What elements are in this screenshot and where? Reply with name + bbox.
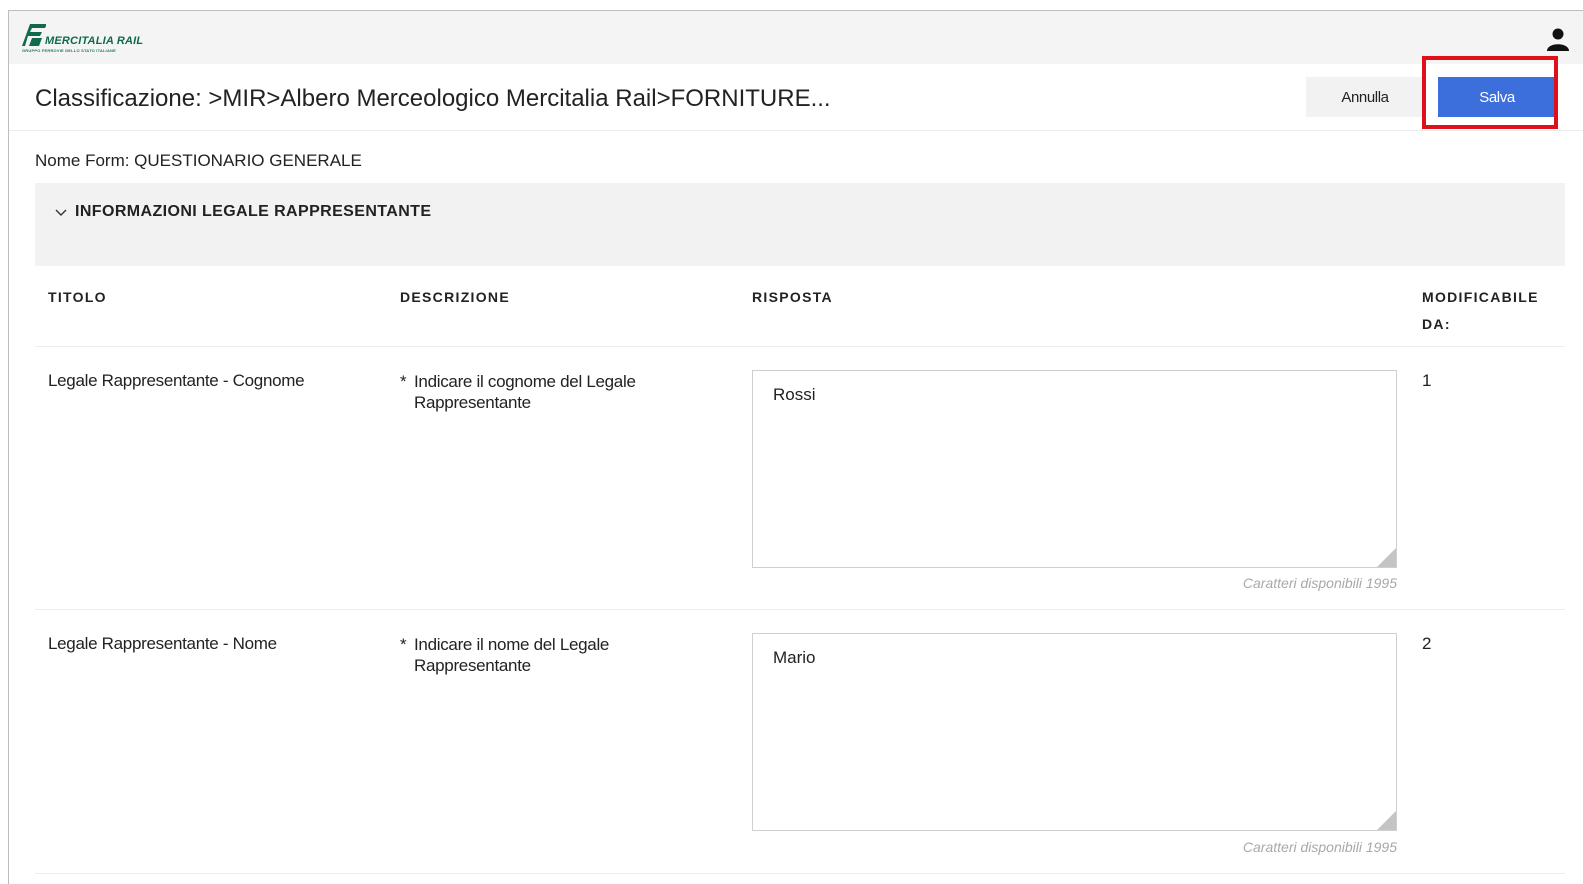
app-window: MERCITALIA RAIL GRUPPO FERROVIE DELLO ST… bbox=[8, 10, 1583, 884]
row-description: * Indicare il nome del Legale Rappresent… bbox=[400, 634, 690, 676]
row-title: Legale Rappresentante - Nome bbox=[48, 634, 277, 653]
fs-logo-icon bbox=[22, 24, 46, 46]
cancel-button[interactable]: Annulla bbox=[1306, 77, 1424, 117]
char-counter: Caratteri disponibili 1995 bbox=[1242, 839, 1397, 855]
row-divider bbox=[35, 873, 1565, 874]
logo-wordmark: MERCITALIA RAIL bbox=[45, 35, 144, 47]
row-title: Legale Rappresentante - Cognome bbox=[48, 371, 305, 390]
row-description-text: Indicare il nome del Legale Rappresentan… bbox=[414, 635, 610, 675]
required-asterisk: * bbox=[400, 635, 407, 654]
section-header[interactable]: INFORMAZIONI LEGALE RAPPRESENTANTE bbox=[35, 183, 1565, 266]
row-modificabile: 1 bbox=[1422, 371, 1432, 390]
logo-group-text: GRUPPO FERROVIE DELLO STATO ITALIANE bbox=[22, 48, 117, 53]
char-counter: Caratteri disponibili 1995 bbox=[1242, 575, 1397, 591]
column-header-titolo: TITOLO bbox=[48, 289, 107, 305]
row-description: * Indicare il cognome del Legale Rappres… bbox=[400, 371, 690, 413]
column-header-risposta: RISPOSTA bbox=[752, 289, 833, 305]
page-header: Classificazione: >MIR>Albero Merceologic… bbox=[9, 64, 1583, 131]
row-description-text: Indicare il cognome del Legale Rappresen… bbox=[414, 372, 636, 412]
section-title: INFORMAZIONI LEGALE RAPPRESENTANTE bbox=[75, 203, 432, 220]
user-icon[interactable] bbox=[1546, 27, 1570, 51]
answer-textarea-nome[interactable] bbox=[752, 633, 1397, 831]
resize-handle[interactable] bbox=[1377, 811, 1396, 830]
page-title: Classificazione: >MIR>Albero Merceologic… bbox=[35, 85, 831, 112]
answer-textarea-cognome[interactable] bbox=[752, 370, 1397, 568]
top-bar: MERCITALIA RAIL GRUPPO FERROVIE DELLO ST… bbox=[9, 11, 1583, 64]
column-header-descrizione: DESCRIZIONE bbox=[400, 289, 510, 305]
resize-handle[interactable] bbox=[1377, 548, 1396, 567]
column-header-modificabile: MODIFICABILE DA: bbox=[1422, 289, 1539, 332]
save-button[interactable]: Salva bbox=[1438, 77, 1556, 117]
mercitalia-logo[interactable]: MERCITALIA RAIL GRUPPO FERROVIE DELLO ST… bbox=[22, 22, 157, 56]
row-divider bbox=[35, 609, 1565, 610]
form-name: Nome Form: QUESTIONARIO GENERALE bbox=[35, 151, 362, 170]
required-asterisk: * bbox=[400, 372, 407, 391]
table-divider bbox=[35, 346, 1565, 347]
row-modificabile: 2 bbox=[1422, 634, 1432, 653]
chevron-down-icon[interactable] bbox=[54, 206, 68, 220]
